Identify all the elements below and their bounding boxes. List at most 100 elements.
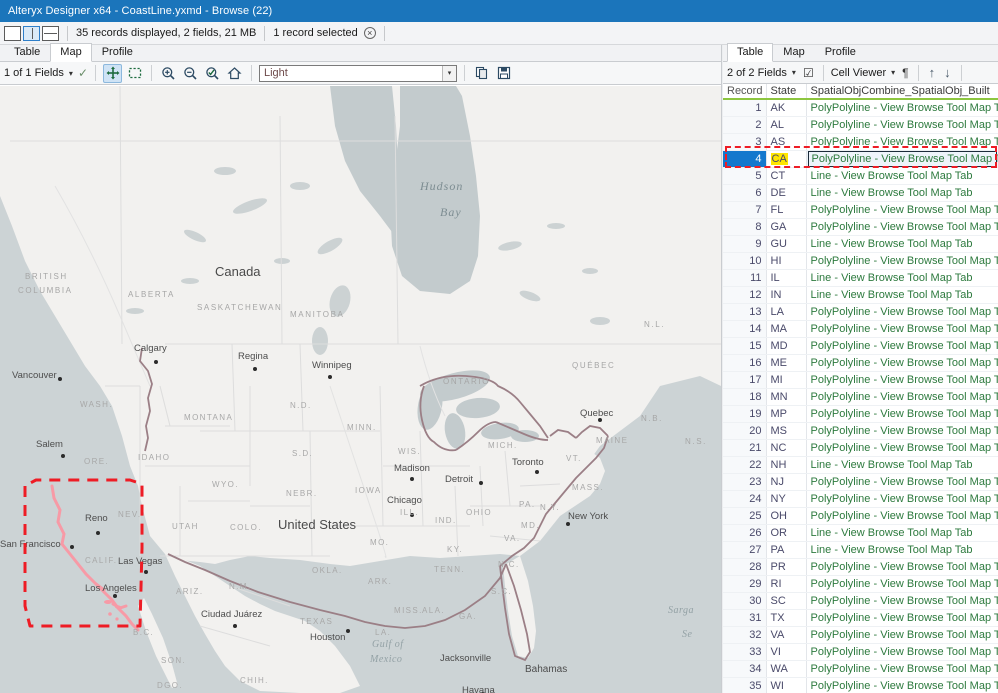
cell-state[interactable]: GA bbox=[765, 218, 806, 236]
cell-spatial[interactable]: PolyPolyline - View Browse Tool Map Tab bbox=[805, 252, 998, 270]
cell-spatial[interactable]: PolyPolyline - View Browse Tool Map Tab bbox=[805, 320, 998, 338]
cell-record[interactable]: 33 bbox=[723, 643, 766, 661]
table-row[interactable]: 5 CT Line - View Browse Tool Map Tab bbox=[723, 167, 998, 185]
cell-record[interactable]: 17 bbox=[723, 371, 766, 389]
cell-state[interactable]: MI bbox=[765, 371, 806, 389]
cell-record[interactable]: 6 bbox=[723, 184, 766, 202]
table-row[interactable]: 6 DE Line - View Browse Tool Map Tab bbox=[723, 184, 998, 202]
tab-table-right[interactable]: Table bbox=[727, 43, 774, 62]
cell-spatial[interactable]: PolyPolyline - View Browse Tool Map Tab bbox=[805, 371, 998, 389]
cell-state[interactable]: GU bbox=[765, 235, 806, 253]
table-row[interactable]: 31 TX PolyPolyline - View Browse Tool Map … bbox=[723, 609, 998, 627]
table-row[interactable]: 27 PA Line - View Browse Tool Map Tab bbox=[723, 541, 998, 559]
cell-record[interactable]: 34 bbox=[723, 660, 766, 678]
cell-record[interactable]: 3 bbox=[723, 133, 766, 151]
cell-record[interactable]: 22 bbox=[723, 456, 766, 474]
table-row[interactable]: 30 SC PolyPolyline - View Browse Tool Map … bbox=[723, 592, 998, 610]
cell-spatial[interactable]: PolyPolyline - View Browse Tool Map Tab bbox=[805, 643, 998, 661]
cell-record[interactable]: 10 bbox=[723, 252, 766, 270]
cell-state[interactable]: HI bbox=[765, 252, 806, 270]
map-canvas[interactable]: Hudson Bay Canada United States Mexico C… bbox=[0, 86, 721, 693]
table-row[interactable]: 35 WI PolyPolyline - View Browse Tool Map … bbox=[723, 677, 998, 693]
zoom-out-tool-button[interactable] bbox=[181, 64, 200, 83]
table-row[interactable]: 15 MD PolyPolyline - View Browse Tool Map … bbox=[723, 337, 998, 355]
cell-record[interactable]: 13 bbox=[723, 303, 766, 321]
cell-spatial[interactable]: Line - View Browse Tool Map Tab bbox=[805, 456, 998, 474]
cell-state[interactable]: VA bbox=[765, 626, 806, 644]
table-row[interactable]: 19 MP PolyPolyline - View Browse Tool Map … bbox=[723, 405, 998, 423]
map-fields-chevron-down-icon[interactable]: ▾ bbox=[67, 69, 75, 78]
cell-state[interactable]: MA bbox=[765, 320, 806, 338]
table-row[interactable]: 22 NH Line - View Browse Tool Map Tab bbox=[723, 456, 998, 474]
cell-spatial[interactable]: Line - View Browse Tool Map Tab bbox=[805, 167, 998, 185]
cell-spatial[interactable]: Line - View Browse Tool Map Tab bbox=[805, 524, 998, 542]
cell-state[interactable]: PR bbox=[765, 558, 806, 576]
cell-record[interactable]: 16 bbox=[723, 354, 766, 372]
cell-state[interactable]: RI bbox=[765, 575, 806, 593]
cell-record[interactable]: 1 bbox=[723, 99, 766, 117]
cell-spatial[interactable]: Line - View Browse Tool Map Tab bbox=[805, 269, 998, 287]
column-header-record[interactable]: Record bbox=[723, 84, 766, 100]
horizontal-split-layout-button[interactable] bbox=[42, 25, 59, 41]
cell-state[interactable]: WI bbox=[765, 677, 806, 693]
cell-state[interactable]: NH bbox=[765, 456, 806, 474]
cell-spatial[interactable]: PolyPolyline - View Browse Tool Map Tab bbox=[805, 218, 998, 236]
table-row[interactable]: 9 GU Line - View Browse Tool Map Tab bbox=[723, 235, 998, 253]
zoom-home-tool-button[interactable] bbox=[225, 64, 244, 83]
cell-spatial[interactable]: PolyPolyline - View Browse Tool Map Tab bbox=[805, 388, 998, 406]
column-header-spatial[interactable]: SpatialObjCombine_SpatialObj_Built bbox=[805, 84, 998, 100]
cell-state[interactable]: AS bbox=[765, 133, 806, 151]
cell-record[interactable]: 9 bbox=[723, 235, 766, 253]
table-row[interactable]: 11 IL Line - View Browse Tool Map Tab bbox=[723, 269, 998, 287]
table-fields-chevron-down-icon[interactable]: ▾ bbox=[790, 68, 798, 77]
cell-state[interactable]: OH bbox=[765, 507, 806, 525]
cell-state[interactable]: OR bbox=[765, 524, 806, 542]
table-row[interactable]: 25 OH PolyPolyline - View Browse Tool Map … bbox=[723, 507, 998, 525]
previous-record-up-arrow-icon[interactable]: ↑ bbox=[926, 65, 939, 80]
table-row[interactable]: 10 HI PolyPolyline - View Browse Tool Map … bbox=[723, 252, 998, 270]
cell-spatial[interactable]: PolyPolyline - View Browse Tool Map Tab bbox=[805, 99, 998, 117]
cell-record[interactable]: 19 bbox=[723, 405, 766, 423]
tab-table-left[interactable]: Table bbox=[4, 43, 50, 61]
map-fields-check-icon[interactable]: ✓ bbox=[78, 66, 88, 80]
cell-spatial[interactable]: PolyPolyline - View Browse Tool Map Tab bbox=[805, 575, 998, 593]
cell-record[interactable]: 27 bbox=[723, 541, 766, 559]
save-map-button[interactable] bbox=[494, 64, 513, 83]
cell-state[interactable]: NY bbox=[765, 490, 806, 508]
table-row[interactable]: 2 AL PolyPolyline - View Browse Tool Map T… bbox=[723, 116, 998, 134]
cell-state[interactable]: WA bbox=[765, 660, 806, 678]
cell-record[interactable]: 12 bbox=[723, 286, 766, 304]
table-row[interactable]: 29 RI PolyPolyline - View Browse Tool Map … bbox=[723, 575, 998, 593]
table-row[interactable]: 8 GA PolyPolyline - View Browse Tool Map T… bbox=[723, 218, 998, 236]
map-fields-label[interactable]: 1 of 1 Fields bbox=[4, 67, 64, 79]
cell-spatial[interactable]: PolyPolyline - View Browse Tool Map Tab bbox=[805, 201, 998, 219]
cell-spatial[interactable]: PolyPolyline - View Browse Tool Map Tab bbox=[805, 558, 998, 576]
cell-record[interactable]: 5 bbox=[723, 167, 766, 185]
cell-spatial[interactable]: PolyPolyline - View Browse Tool Map Tab bbox=[805, 660, 998, 678]
cell-record[interactable]: 15 bbox=[723, 337, 766, 355]
cell-record[interactable]: 20 bbox=[723, 422, 766, 440]
cell-record[interactable]: 11 bbox=[723, 269, 766, 287]
cell-spatial[interactable]: PolyPolyline - View Browse Tool Map Tab bbox=[805, 677, 998, 693]
cell-record[interactable]: 21 bbox=[723, 439, 766, 457]
cell-spatial[interactable]: PolyPolyline - View Browse Tool Map Tab bbox=[805, 490, 998, 508]
table-row[interactable]: 14 MA PolyPolyline - View Browse Tool Map … bbox=[723, 320, 998, 338]
cell-record[interactable]: 18 bbox=[723, 388, 766, 406]
cell-record[interactable]: 28 bbox=[723, 558, 766, 576]
cell-record[interactable]: 30 bbox=[723, 592, 766, 610]
cell-spatial[interactable]: Line - View Browse Tool Map Tab bbox=[805, 184, 998, 202]
table-row[interactable]: 23 NJ PolyPolyline - View Browse Tool Map … bbox=[723, 473, 998, 491]
cell-record[interactable]: 32 bbox=[723, 626, 766, 644]
cell-record[interactable]: 8 bbox=[723, 218, 766, 236]
cell-spatial[interactable]: PolyPolyline - View Browse Tool Map Tab bbox=[805, 405, 998, 423]
clear-selection-icon[interactable]: × bbox=[363, 27, 376, 39]
table-fields-checkbox-icon[interactable]: ☑ bbox=[801, 66, 816, 80]
cell-state[interactable]: NC bbox=[765, 439, 806, 457]
cell-record[interactable]: 4 bbox=[723, 150, 766, 168]
vertical-split-layout-button[interactable] bbox=[23, 25, 40, 41]
cell-record[interactable]: 29 bbox=[723, 575, 766, 593]
table-fields-label[interactable]: 2 of 2 Fields bbox=[727, 67, 787, 79]
table-row[interactable]: 28 PR PolyPolyline - View Browse Tool Map … bbox=[723, 558, 998, 576]
tab-map-right[interactable]: Map bbox=[773, 43, 814, 61]
cell-spatial[interactable]: Line - View Browse Tool Map Tab bbox=[805, 541, 998, 559]
